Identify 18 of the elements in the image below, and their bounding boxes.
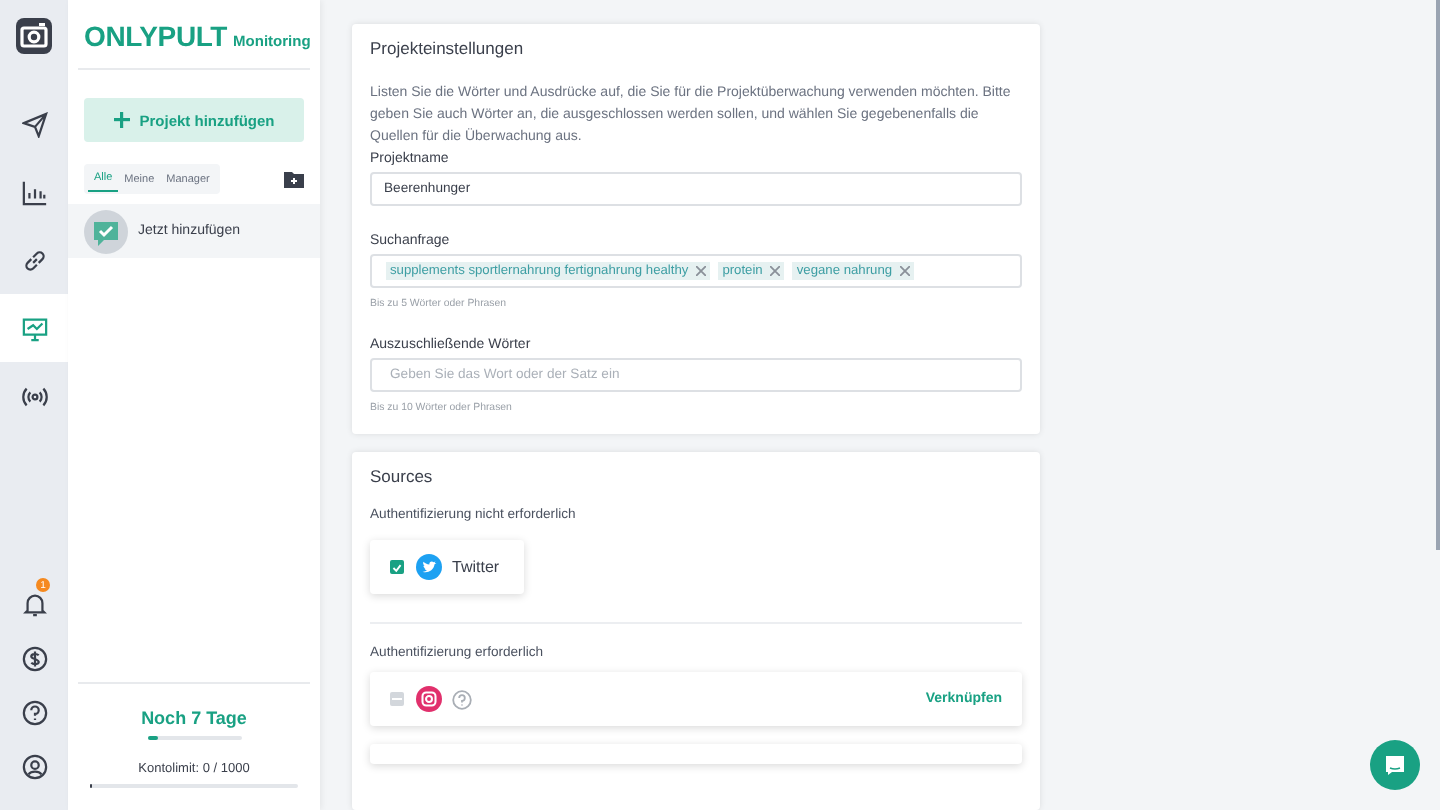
remove-icon[interactable]	[770, 266, 781, 276]
source-name: Twitter	[452, 558, 500, 576]
card-title: Sources	[370, 466, 435, 486]
remove-icon[interactable]	[900, 266, 911, 276]
add-folder-icon[interactable]	[284, 171, 304, 187]
camera-logo-icon[interactable]	[16, 18, 52, 54]
scrollbar-thumb[interactable]	[1436, 0, 1440, 550]
chat-check-icon	[84, 209, 128, 253]
bird-icon	[416, 554, 442, 580]
card-title: Projekteinstellungen	[370, 38, 526, 58]
instagram-icon	[416, 686, 442, 712]
chat-button[interactable]	[1370, 740, 1420, 790]
checkbox[interactable]	[390, 560, 404, 574]
trial-days: Noch 7 Tage	[141, 708, 247, 728]
plus-icon	[113, 112, 130, 128]
chat-icon	[1384, 754, 1406, 776]
remove-icon[interactable]	[696, 266, 707, 276]
brand-logo: ONLYPULT	[84, 20, 228, 52]
